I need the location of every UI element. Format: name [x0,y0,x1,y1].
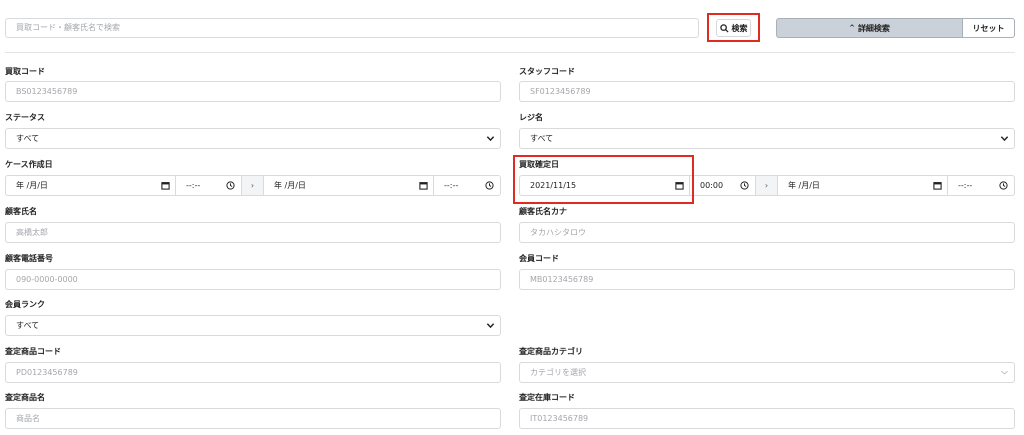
customer-phone-label: 顧客電話番号 [5,254,53,263]
calendar-icon [419,182,428,190]
status-value: すべて [16,134,40,143]
purchase-confirmed-start-date[interactable]: 2021/11/15 [520,176,690,195]
appraisal-category-label: 査定商品カテゴリ [519,347,583,356]
chevron-down-icon [486,136,495,142]
end-time-value: --:-- [958,181,973,190]
appraisal-category-select[interactable]: カテゴリを選択 [519,362,1015,383]
purchase-confirmed-label: 買取確定日 [519,160,559,169]
customer-name-kana-label: 顧客氏名カナ [519,207,567,216]
customer-name-label: 顧客氏名 [5,207,37,216]
divider [5,52,1015,53]
start-time-value: 00:00 [700,181,724,190]
appraisal-product-code-input[interactable]: PD0123456789 [5,362,501,383]
chevron-down-icon [1001,370,1008,375]
member-code-input[interactable]: MB0123456789 [519,269,1015,290]
purchase-confirmed-end-date[interactable]: 年 /月/日 [778,176,948,195]
clock-icon [226,181,235,190]
caret-up-icon: ^ [849,23,855,32]
clock-icon [740,181,749,190]
purchase-confirmed-end-time[interactable]: --:-- [948,176,1014,195]
start-time-value: --:-- [186,181,201,190]
customer-phone-input[interactable]: 090-0000-0000 [5,269,501,290]
member-rank-value: すべて [16,321,40,330]
staff-code-input[interactable]: SF0123456789 [519,81,1015,102]
purchase-confirmed-start-time[interactable]: 00:00 [690,176,756,195]
appraisal-product-name-label: 査定商品名 [5,393,45,402]
customer-name-input[interactable]: 高橋太郎 [5,222,501,243]
clock-icon [999,181,1008,190]
clock-icon [485,181,494,190]
end-time-value: --:-- [444,181,459,190]
detail-search-button[interactable]: ^ 詳細検索 [776,18,963,38]
purchase-code-label: 買取コード [5,67,45,76]
search-input[interactable]: 買取コード・顧客氏名で検索 [5,18,699,38]
chevron-down-icon [1000,136,1009,142]
appraisal-category-value: カテゴリを選択 [530,368,586,377]
customer-name-kana-input[interactable]: タカハシタロウ [519,222,1015,243]
purchase-code-input[interactable]: BS0123456789 [5,81,501,102]
search-button[interactable]: 検索 [716,19,751,37]
staff-code-label: スタッフコード [519,67,575,76]
reset-button[interactable]: リセット [962,18,1015,38]
register-name-label: レジ名 [519,113,543,122]
search-button-label: 検索 [731,23,748,33]
member-code-label: 会員コード [519,254,559,263]
range-arrow: › [756,176,778,195]
end-date-value: 年 /月/日 [274,181,306,190]
search-button-highlight: 検索 [707,13,760,42]
search-icon [719,23,729,33]
case-created-end-time[interactable]: --:-- [434,176,500,195]
register-name-select[interactable]: すべて [519,128,1015,149]
member-rank-select[interactable]: すべて [5,315,501,336]
search-bar: 買取コード・顧客氏名で検索 検索 ^ 詳細検索 リセット [0,0,1024,50]
end-date-value: 年 /月/日 [788,181,820,190]
calendar-icon [675,182,684,190]
purchase-confirmed-range: 2021/11/15 00:00 › 年 /月/日 --:-- [519,175,1015,196]
case-created-label: ケース作成日 [5,160,53,169]
calendar-icon [161,182,170,190]
status-label: ステータス [5,113,45,122]
calendar-icon [933,182,942,190]
start-date-value: 2021/11/15 [530,181,577,190]
case-created-range: 年 /月/日 --:-- › 年 /月/日 --:-- [5,175,501,196]
appraisal-stock-code-input[interactable]: IT0123456789 [519,408,1015,429]
start-date-value: 年 /月/日 [16,181,48,190]
range-arrow: › [242,176,264,195]
appraisal-product-name-input[interactable]: 商品名 [5,408,501,429]
appraisal-product-code-label: 査定商品コード [5,347,61,356]
register-name-value: すべて [530,134,554,143]
chevron-down-icon [486,323,495,329]
appraisal-stock-code-label: 査定在庫コード [519,393,575,402]
status-select[interactable]: すべて [5,128,501,149]
case-created-start-time[interactable]: --:-- [176,176,242,195]
case-created-end-date[interactable]: 年 /月/日 [264,176,434,195]
member-rank-label: 会員ランク [5,300,45,309]
case-created-start-date[interactable]: 年 /月/日 [6,176,176,195]
detail-search-label: 詳細検索 [857,23,890,33]
